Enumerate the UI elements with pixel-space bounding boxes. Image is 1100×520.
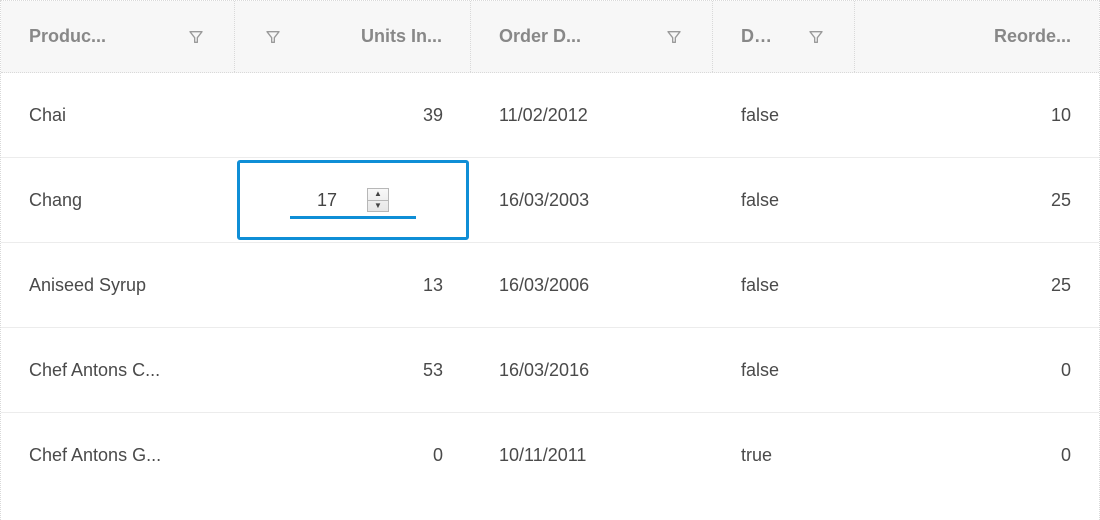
cell-units[interactable]: 0 bbox=[235, 413, 471, 498]
cell-value: 16/03/2006 bbox=[499, 275, 589, 296]
cell-disc[interactable]: false bbox=[713, 73, 855, 157]
filter-icon[interactable] bbox=[806, 27, 826, 47]
cell-value: Chang bbox=[29, 190, 82, 211]
cell-units[interactable]: 13 bbox=[235, 243, 471, 327]
column-header-orderdate-label: Order D... bbox=[499, 26, 628, 47]
column-header-disc[interactable]: Di... bbox=[713, 1, 855, 72]
cell-product[interactable]: Chef Antons G... bbox=[1, 413, 235, 498]
cell-value: 13 bbox=[423, 275, 443, 296]
column-header-product[interactable]: Produc... bbox=[1, 1, 235, 72]
cell-product[interactable]: Chef Antons C... bbox=[1, 328, 235, 412]
cell-units[interactable]: 39 bbox=[235, 73, 471, 157]
cell-value: 10/11/2011 bbox=[499, 445, 586, 466]
cell-value: false bbox=[741, 275, 779, 296]
cell-value: Aniseed Syrup bbox=[29, 275, 146, 296]
caret-up-icon: ▲ bbox=[374, 190, 382, 198]
cell-orderdate[interactable]: 16/03/2003 bbox=[471, 158, 713, 242]
table-row[interactable]: Chai 39 11/02/2012 false 10 bbox=[1, 73, 1099, 158]
cell-disc[interactable]: false bbox=[713, 328, 855, 412]
cell-reorder[interactable]: 0 bbox=[855, 413, 1099, 498]
cell-value: 25 bbox=[1051, 275, 1071, 296]
table-row[interactable]: Aniseed Syrup 13 16/03/2006 false 25 bbox=[1, 243, 1099, 328]
spinner[interactable]: ▲ ▼ bbox=[367, 188, 389, 212]
numeric-editor[interactable]: 17 ▲ ▼ bbox=[237, 160, 469, 240]
column-header-disc-label: Di... bbox=[741, 26, 770, 47]
cell-value: Chai bbox=[29, 105, 66, 126]
filter-icon[interactable] bbox=[186, 27, 206, 47]
cell-units-editing[interactable]: 17 ▲ ▼ bbox=[235, 158, 471, 242]
cell-reorder[interactable]: 0 bbox=[855, 328, 1099, 412]
cell-reorder[interactable]: 10 bbox=[855, 73, 1099, 157]
table-row[interactable]: Chang 17 ▲ ▼ 16/03/2003 false bbox=[1, 158, 1099, 243]
cell-value: Chef Antons G... bbox=[29, 445, 161, 466]
cell-value: 16/03/2016 bbox=[499, 360, 589, 381]
column-header-units-label: Units In... bbox=[319, 26, 442, 47]
cell-orderdate[interactable]: 16/03/2016 bbox=[471, 328, 713, 412]
cell-disc[interactable]: true bbox=[713, 413, 855, 498]
cell-disc[interactable]: false bbox=[713, 158, 855, 242]
cell-product[interactable]: Chang bbox=[1, 158, 235, 242]
cell-product[interactable]: Aniseed Syrup bbox=[1, 243, 235, 327]
cell-orderdate[interactable]: 11/02/2012 bbox=[471, 73, 713, 157]
cell-value: 11/02/2012 bbox=[499, 105, 588, 126]
cell-orderdate[interactable]: 10/11/2011 bbox=[471, 413, 713, 498]
data-grid: Produc... Units In... Order D... Di... bbox=[0, 0, 1100, 520]
table-row[interactable]: Chef Antons C... 53 16/03/2016 false 0 bbox=[1, 328, 1099, 413]
spinner-down-button[interactable]: ▼ bbox=[368, 201, 388, 212]
spinner-up-button[interactable]: ▲ bbox=[368, 189, 388, 201]
cell-value: 0 bbox=[1061, 360, 1071, 381]
cell-value: 16/03/2003 bbox=[499, 190, 589, 211]
cell-value: true bbox=[741, 445, 772, 466]
filter-icon[interactable] bbox=[664, 27, 684, 47]
numeric-input[interactable]: 17 bbox=[317, 190, 341, 211]
caret-down-icon: ▼ bbox=[374, 202, 382, 210]
cell-value: 25 bbox=[1051, 190, 1071, 211]
cell-value: 10 bbox=[1051, 105, 1071, 126]
cell-value: 39 bbox=[423, 105, 443, 126]
cell-value: false bbox=[741, 360, 779, 381]
cell-reorder[interactable]: 25 bbox=[855, 158, 1099, 242]
column-header-orderdate[interactable]: Order D... bbox=[471, 1, 713, 72]
editor-underline bbox=[290, 216, 416, 219]
column-header-reorder-label: Reorde... bbox=[883, 26, 1071, 47]
cell-disc[interactable]: false bbox=[713, 243, 855, 327]
filter-icon[interactable] bbox=[263, 27, 283, 47]
cell-value: 0 bbox=[1061, 445, 1071, 466]
cell-orderdate[interactable]: 16/03/2006 bbox=[471, 243, 713, 327]
cell-value: false bbox=[741, 190, 779, 211]
cell-value: 53 bbox=[423, 360, 443, 381]
cell-value: false bbox=[741, 105, 779, 126]
grid-header-row: Produc... Units In... Order D... Di... bbox=[1, 1, 1099, 73]
cell-value: 0 bbox=[433, 445, 443, 466]
cell-product[interactable]: Chai bbox=[1, 73, 235, 157]
column-header-product-label: Produc... bbox=[29, 26, 170, 47]
cell-value: Chef Antons C... bbox=[29, 360, 160, 381]
cell-reorder[interactable]: 25 bbox=[855, 243, 1099, 327]
column-header-reorder[interactable]: Reorde... bbox=[855, 1, 1099, 72]
cell-units[interactable]: 53 bbox=[235, 328, 471, 412]
table-row[interactable]: Chef Antons G... 0 10/11/2011 true 0 bbox=[1, 413, 1099, 498]
column-header-units[interactable]: Units In... bbox=[235, 1, 471, 72]
